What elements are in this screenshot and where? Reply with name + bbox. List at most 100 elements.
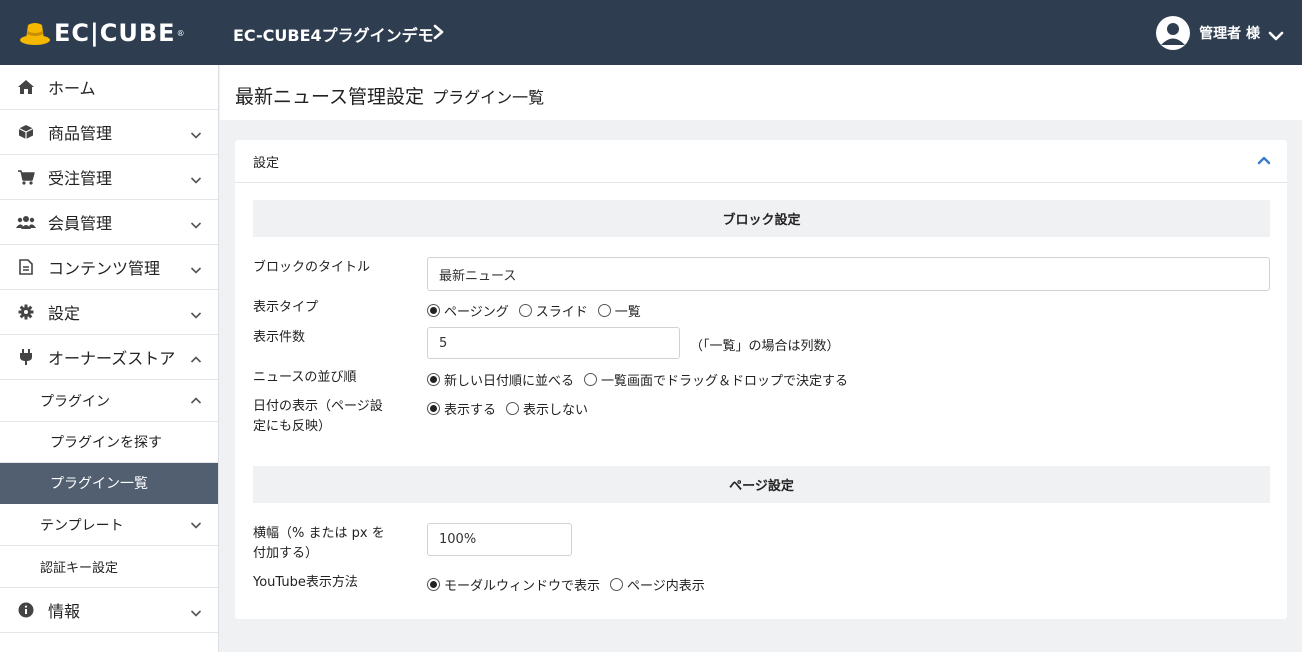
chevron-down-icon[interactable] [1268,27,1284,41]
chevron-up-icon [190,395,202,407]
radio-icon[interactable] [518,304,532,317]
radio-label: 新しい日付順に並べる [444,374,575,389]
radio-checked-icon[interactable] [427,402,440,415]
radio-checked-icon[interactable] [427,578,440,591]
sidebar-item-info[interactable]: 情報 [0,588,218,633]
radio-label: 表示する [444,403,497,418]
chevron-down-icon [190,126,202,139]
sidebar-item-label: プラグイン [40,393,110,410]
radio-option[interactable]: 新しい日付順に並べる [427,370,574,389]
radio-option[interactable]: 一覧画面でドラッグ＆ドロップで決定する [584,370,848,389]
home-icon [16,78,36,96]
chevron-down-icon [190,261,202,274]
sidebar: ホーム 商品管理 受注管理 会員管理 コンテンツ管理 設定 オーナーズストア プ… [0,65,219,652]
display-count-label: 表示件数 [253,330,306,345]
radio-icon[interactable] [506,402,520,415]
radio-checked-icon[interactable] [427,373,440,386]
sidebar-item-label: 会員管理 [48,214,113,233]
label-line: 横幅（% または px を [253,526,385,541]
settings-card: 設定 ブロック設定 ブロックのタイトル 最新ニュース 表示タイプ ページング ス… [235,140,1287,619]
display-type-radio-group: ページング スライド 一覧 [427,301,651,320]
radio-option[interactable]: モーダルウィンドウで表示 [427,575,600,594]
display-type-label: 表示タイプ [253,300,319,315]
chevron-up-icon[interactable] [1257,154,1271,166]
document-icon [16,258,36,276]
radio-label: 一覧画面でドラッグ＆ドロップで決定する [601,374,849,389]
sort-order-label: ニュースの並び順 [253,370,357,385]
display-count-input[interactable]: 5 [427,327,680,359]
cube-icon [16,123,36,141]
youtube-display-label: YouTube表示方法 [253,575,358,590]
sidebar-item-owners-store[interactable]: オーナーズストア [0,335,218,380]
user-menu[interactable]: 管理者 様 [1156,16,1284,50]
page-settings-heading: ページ設定 [253,466,1270,503]
sidebar-item-label: コンテンツ管理 [48,259,161,278]
page-subtitle: プラグイン一覧 [432,88,545,107]
page-title: 最新ニュース管理設定 プラグイン一覧 [235,82,544,109]
date-display-label: 日付の表示（ページ設 定にも反映） [253,397,383,437]
label-line: 定にも反映） [253,419,332,434]
top-header: EC|CUBE ® EC-CUBE4プラグインデモ 管理者 様 [0,0,1302,65]
radio-option[interactable]: 表示しない [506,399,588,418]
chevron-down-icon [190,306,202,319]
avatar-icon [1156,16,1191,50]
sidebar-item-label: 設定 [48,304,81,323]
sidebar-item-label: 受注管理 [48,169,113,188]
radio-label: モーダルウィンドウで表示 [444,579,601,594]
chevron-down-icon [190,216,202,229]
user-name: 管理者 様 [1199,26,1260,42]
radio-option[interactable]: スライド [518,301,588,320]
radio-label: ページ内表示 [627,579,705,594]
plug-icon [16,348,36,366]
width-label: 横幅（% または px を 付加する） [253,524,385,564]
sort-order-radio-group: 新しい日付順に並べる 一覧画面でドラッグ＆ドロップで決定する [427,370,858,389]
block-settings-heading: ブロック設定 [253,200,1270,237]
page-title-text: 最新ニュース管理設定 [235,86,425,108]
sidebar-item-label: ホーム [48,79,96,98]
chevron-down-icon [190,171,202,184]
youtube-display-radio-group: モーダルウィンドウで表示 ページ内表示 [427,575,715,594]
chevron-down-icon [190,519,202,531]
chevron-down-icon [190,604,202,617]
ec-cube-logo[interactable]: EC|CUBE ® [18,18,185,48]
card-header[interactable]: 設定 [235,140,1287,183]
sidebar-item-settings[interactable]: 設定 [0,290,218,335]
gear-icon [16,303,36,321]
sidebar-item-customers[interactable]: 会員管理 [0,200,218,245]
radio-label: 表示しない [523,403,589,418]
sidebar-item-products[interactable]: 商品管理 [0,110,218,155]
chevron-right-icon[interactable] [432,24,446,40]
radio-option[interactable]: ページ内表示 [610,575,705,594]
sidebar-item-home[interactable]: ホーム [0,65,218,110]
sidebar-item-label: オーナーズストア [48,349,176,368]
block-title-input[interactable]: 最新ニュース [427,257,1270,291]
sidebar-item-contents[interactable]: コンテンツ管理 [0,245,218,290]
radio-option[interactable]: 表示する [427,399,496,418]
chevron-up-icon [190,351,202,363]
radio-label: ページング [444,305,509,320]
users-icon [16,213,36,231]
width-input[interactable]: 100% [427,523,572,556]
info-icon [16,601,36,619]
radio-label: 一覧 [614,305,641,320]
shop-name-link[interactable]: EC-CUBE4プラグインデモ [233,22,434,46]
sidebar-item-orders[interactable]: 受注管理 [0,155,218,200]
hat-icon [18,19,52,47]
cart-icon [16,168,36,186]
page-header: 最新ニュース管理設定 プラグイン一覧 [220,65,1302,120]
sidebar-item-plugin-search[interactable]: プラグインを探す [0,422,218,463]
radio-option[interactable]: 一覧 [597,301,641,320]
radio-icon[interactable] [597,304,611,317]
sidebar-item-plugin[interactable]: プラグイン [0,380,218,422]
sidebar-item-template[interactable]: テンプレート [0,504,218,546]
radio-icon[interactable] [610,578,624,591]
radio-checked-icon[interactable] [427,304,440,317]
radio-icon[interactable] [584,373,598,386]
sidebar-item-label: 商品管理 [48,124,113,143]
label-line: 日付の表示（ページ設 [253,399,383,414]
card-title: 設定 [253,155,280,171]
radio-option[interactable]: ページング [427,301,509,320]
sidebar-item-plugin-list[interactable]: プラグイン一覧 [0,463,218,504]
sidebar-item-label: テンプレート [40,517,124,534]
sidebar-item-auth-key[interactable]: 認証キー設定 [0,546,218,588]
